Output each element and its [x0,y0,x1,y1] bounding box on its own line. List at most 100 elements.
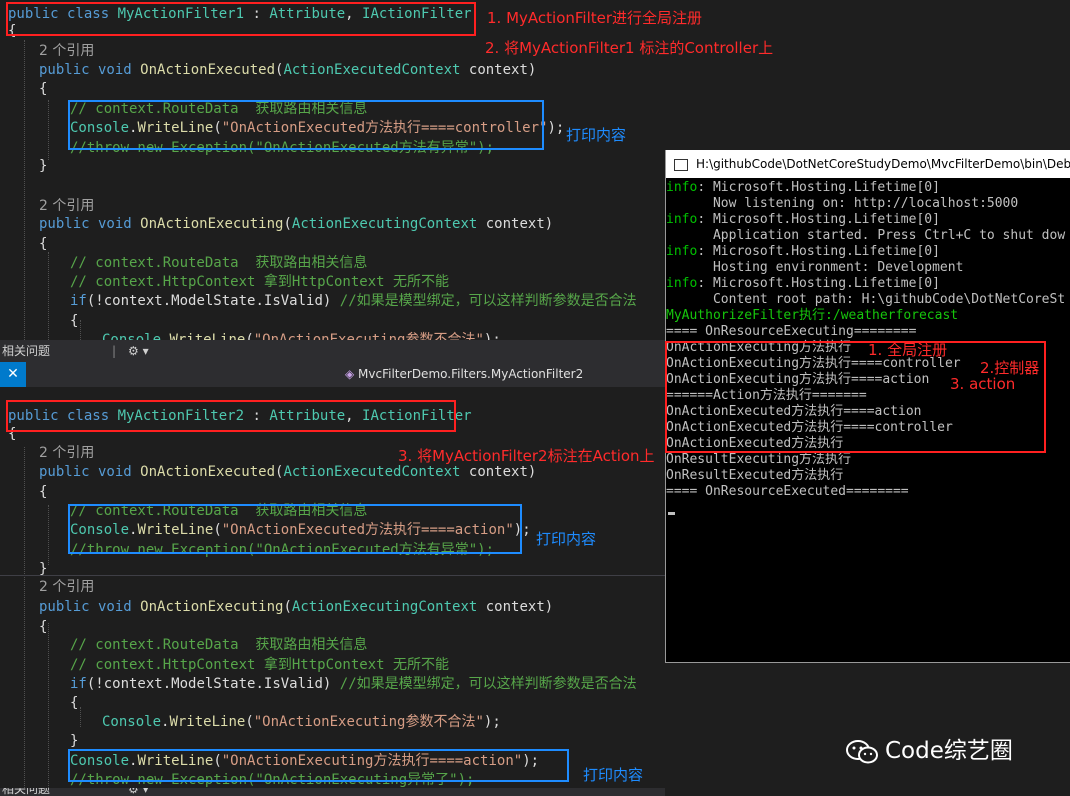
error-list-strip-top[interactable]: 相关问题 | ⚙ ▾ [0,340,665,362]
code-line: // context.HttpContext 拿到HttpContext 无所不… [70,272,449,292]
indent-guide [80,320,81,340]
console-token: Now listening on: http://localhost:5000 [666,196,1019,211]
class-icon: ◈ [345,367,359,381]
console-token: Hosting environment: Development [666,260,964,275]
code-line: public void OnActionExecuted(ActionExecu… [39,60,536,80]
console-token: : Microsoft.Hosting.Lifetime[0] [697,180,940,195]
console-token: : Microsoft.Hosting.Lifetime[0] [697,276,940,291]
console-line: OnResultExecuting方法执行 [666,452,851,468]
code-token: if [70,293,87,309]
console-line: info: Microsoft.Hosting.Lifetime[0] [666,276,940,292]
settings-icon[interactable]: ⚙ ▾ [128,788,149,796]
console-line: Hosting environment: Development [666,260,963,276]
code-token: public void [39,216,141,232]
code-token: } [39,561,48,577]
code-token: ) [322,293,340,309]
console-line: Now listening on: http://localhost:5000 [666,196,1018,212]
code-token: context) [460,464,537,480]
code-line: Console.WriteLine("OnActionExecuting参数不合… [102,330,501,340]
code-token: "OnActionExecuting参数不合法" [253,332,484,340]
close-icon[interactable]: ✕ [0,362,26,387]
breadcrumb[interactable]: ◈ MvcFilterDemo.Filters.MyActionFilter2 [345,362,583,387]
reference-count[interactable]: 2 个引用 [39,41,94,61]
console-title-bar[interactable]: H:\githubCode\DotNetCoreStudyDemo\MvcFil… [666,150,1070,178]
code-token: ModelState [171,676,256,692]
code-token: context) [460,62,537,78]
annotation-print-content: 打印内容 [536,530,597,548]
annotation-action: 3. 将MyActionFilter2标注在Action上 [398,447,655,465]
reference-count[interactable]: 2 个引用 [39,577,94,597]
code-token: OnActionExecuting [140,216,284,232]
code-line: Console.WriteLine("OnActionExecuting参数不合… [102,712,501,732]
code-token: { [39,619,48,635]
console-line: ==== OnResourceExecuted======== [666,484,909,500]
code-token: // context.HttpContext 拿到HttpContext 无所不… [70,657,450,673]
indent-guide [48,100,49,160]
console-line: OnResultExecuted方法执行 [666,468,843,484]
code-token: // context.RouteData 获取路由相关信息 [70,637,368,653]
console-line: Application started. Press Ctrl+C to shu… [666,228,1065,244]
annotation-controller: 2. 将MyActionFilter1 标注的Controller上 [485,39,774,57]
console-token: MyAuthorizeFilter执行:/weatherforecast [666,308,959,323]
reference-count[interactable]: 2 个引用 [39,443,94,463]
code-token: Console [102,332,162,340]
code-token: 2 个引用 [39,579,95,595]
code-line: // context.RouteData 获取路由相关信息 [70,253,367,273]
code-line: if(!context.ModelState.IsValid) //如果是模型绑… [70,674,637,694]
console-line: MyAuthorizeFilter执行:/weatherforecast [666,308,958,324]
annotation-print-content: 打印内容 [583,766,644,784]
code-token: //如果是模型绑定，可以这样判断参数是否合法 [339,293,637,309]
code-token: ( [283,216,292,232]
code-token: } [39,158,48,174]
code-token: WriteLine [169,714,246,730]
code-line: { [70,693,78,713]
code-token: context) [477,216,554,232]
console-line: ==== OnResourceExecuting======== [666,324,916,340]
reference-count[interactable]: 2 个引用 [39,196,94,216]
console-token: info [666,180,698,195]
indent-guide [24,447,25,796]
annotation-box-print2 [68,504,522,554]
annotation-box-print3 [68,749,569,782]
code-line: { [39,482,47,502]
code-token: { [70,695,79,711]
console-token: : Microsoft.Hosting.Lifetime[0] [697,244,940,259]
code-token: 2 个引用 [39,198,95,214]
console-token: ==== OnResourceExecuted======== [666,484,909,499]
code-token: public void [39,464,141,480]
breadcrumb-label: MvcFilterDemo.Filters.MyActionFilter2 [358,367,584,381]
code-token: //如果是模型绑定，可以这样判断参数是否合法 [339,676,637,692]
settings-icon[interactable]: ⚙ ▾ [128,340,149,362]
code-token: { [70,313,79,329]
watermark: Code综艺圈 [845,733,1013,769]
code-line: if(!context.ModelState.IsValid) //如果是模型绑… [70,291,637,311]
code-line: } [39,156,47,176]
code-line: public void OnActionExecuting(ActionExec… [39,214,553,234]
code-token: "OnActionExecuting参数不合法" [253,714,484,730]
annotation-print-content: 打印内容 [566,126,627,144]
indent-guide [48,505,49,565]
console-token: OnResultExecuted方法执行 [666,468,844,483]
annotation-box-print1 [68,100,544,150]
code-line: } [70,731,78,751]
console-token: Content root path: H:\githubCode\DotNetC… [666,292,1066,307]
console-token: ==== OnResourceExecuting======== [666,324,917,339]
code-token: 2 个引用 [39,445,95,461]
divider: | [112,344,117,358]
code-token: 2 个引用 [39,43,95,59]
code-token: if [70,676,87,692]
method-separator [0,575,665,576]
code-token: ); [483,332,501,340]
annotation-console-global: 1. 全局注册 [868,341,948,359]
error-list-strip-bottom[interactable]: 相关问题 ⚙ ▾ [0,788,665,796]
code-line: { [39,79,47,99]
wechat-icon [846,739,878,763]
code-token: public void [39,62,141,78]
code-token: { [39,236,48,252]
annotation-box-class2 [6,400,456,432]
console-line: info: Microsoft.Hosting.Lifetime[0] [666,244,940,260]
code-line: { [39,617,47,637]
code-token: ActionExecutedContext [283,62,461,78]
console-cursor [668,512,675,515]
code-token: ModelState [171,293,256,309]
